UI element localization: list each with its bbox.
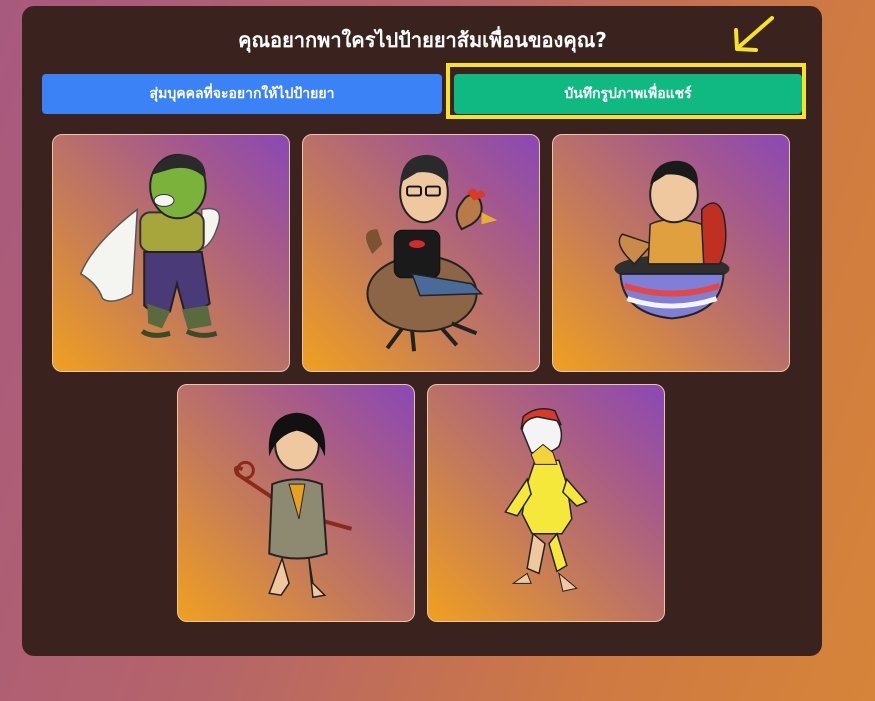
save-image-button[interactable]: บันทึกรูปภาพเพื่อแชร์ [454,74,802,114]
green-caped-character-illustration-icon [79,153,221,338]
page-title: คุณอยากพาใครไปป้ายยาส้มเพื่อนของคุณ? [238,28,607,52]
man-riding-rooster-illustration-icon [366,154,498,352]
random-person-button[interactable]: สุ่มบุคคลที่จะอยากให้ไปป้ายยา [42,74,442,114]
man-in-bowl-illustration-icon [614,160,730,320]
character-card-4[interactable] [177,384,415,622]
annotation-arrow-icon [734,16,774,52]
character-card-2[interactable] [302,134,540,372]
woman-with-staff-illustration-icon [233,412,353,599]
character-card-3[interactable] [552,134,790,372]
character-card-5[interactable] [427,384,665,622]
character-card-1[interactable] [52,134,290,372]
yellow-costume-character-illustration-icon [504,408,588,592]
